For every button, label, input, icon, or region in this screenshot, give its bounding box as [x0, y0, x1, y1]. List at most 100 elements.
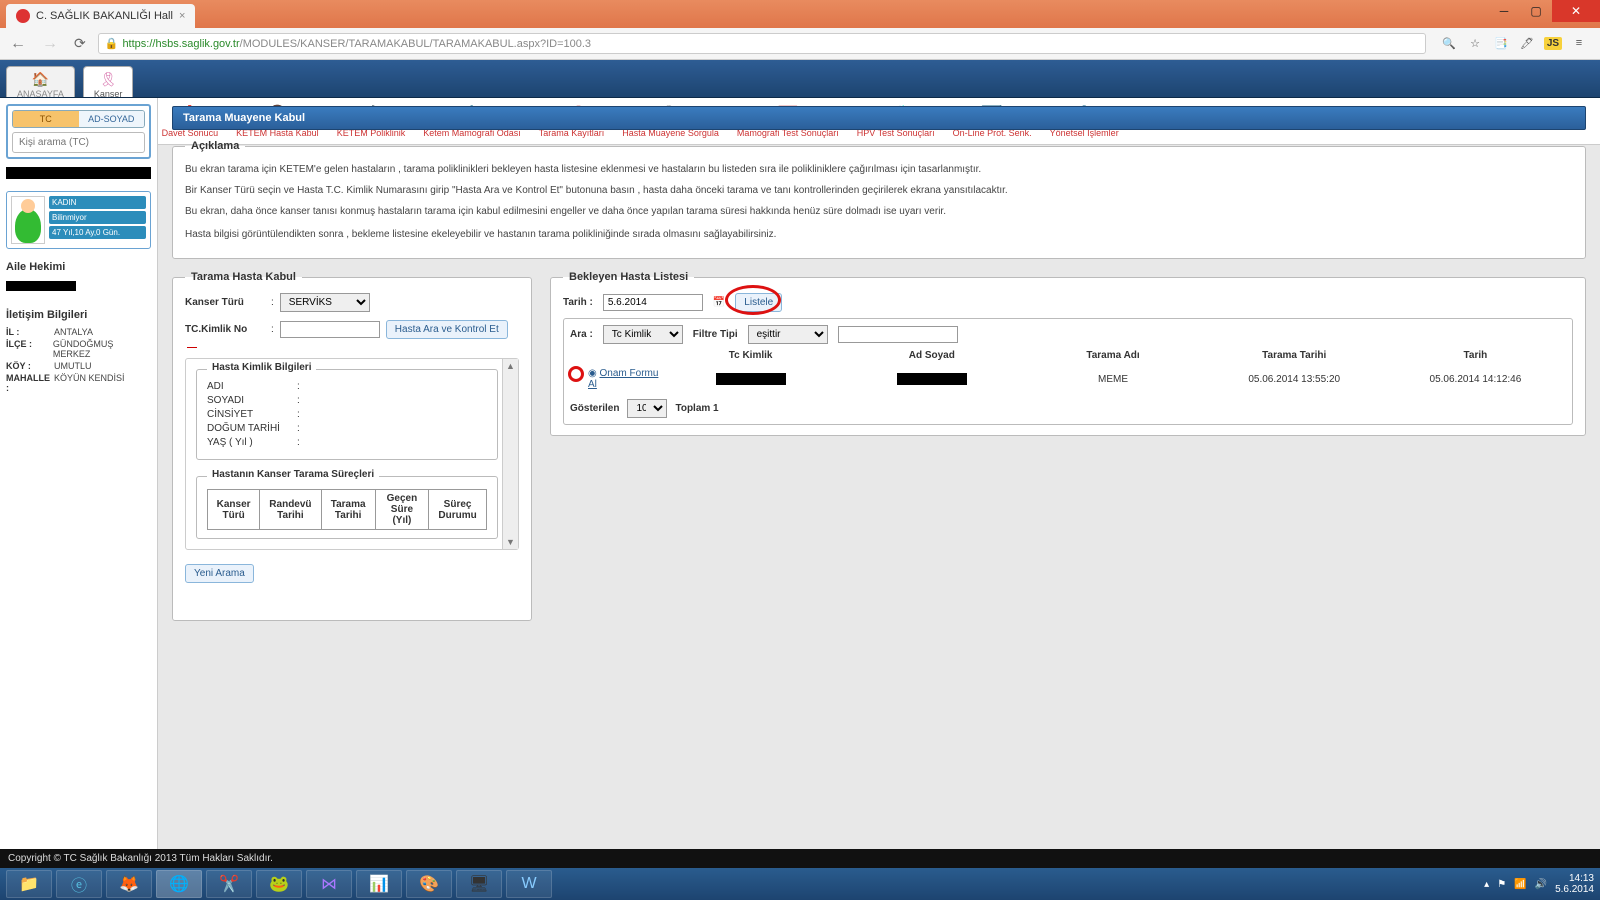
select-filtre-tipi[interactable]: eşittir — [748, 325, 828, 344]
col-header — [570, 350, 660, 361]
scrollbar[interactable]: ▲▼ — [502, 359, 518, 549]
button-yeni-arama[interactable]: Yeni Arama — [185, 564, 254, 583]
patient-card: KADIN Bilinmiyor 47 Yıl,10 Ay,0 Gün. — [6, 191, 151, 249]
tab-tc[interactable]: TC — [13, 111, 79, 127]
redacted-adsoyad — [897, 373, 967, 385]
label-gosterilen: Gösterilen — [570, 403, 619, 414]
taskbar-chrome-icon[interactable]: 🌐 — [156, 870, 202, 898]
lock-icon: 🔒 — [105, 37, 119, 50]
url-path: /MODULES/KANSER/TARAMAKABUL/TARAMAKABUL.… — [240, 38, 591, 50]
select-ara-field[interactable]: Tc Kimlik — [603, 325, 683, 344]
kv-key: DOĞUM TARİHİ — [207, 423, 297, 434]
taskbar-app-icon[interactable]: 🐸 — [256, 870, 302, 898]
taskbar-firefox-icon[interactable]: 🦊 — [106, 870, 152, 898]
browser-tab[interactable]: C. SAĞLIK BAKANLIĞI Hall × — [6, 4, 195, 28]
select-page-size[interactable]: 10 — [627, 399, 667, 418]
tray-chevron-icon[interactable]: ▴ — [1484, 879, 1489, 890]
taskbar-app-icon[interactable]: 🖥 — [456, 870, 502, 898]
browser-titlebar: C. SAĞLIK BAKANLIĞI Hall × ─ ▢ ✕ — [0, 0, 1600, 28]
aciklama-p3: Bu ekran, daha önce kanser tanısı konmuş… — [185, 204, 1573, 219]
address-bar: ← → ⟳ 🔒 https://hsbs.saglik.gov.tr/MODUL… — [0, 28, 1600, 60]
search-icon[interactable]: 🔍 — [1440, 37, 1458, 50]
tray-time: 14:13 — [1555, 873, 1594, 884]
tray-network-icon[interactable]: 📶 — [1514, 879, 1526, 890]
col-header: Tarih — [1385, 350, 1566, 361]
col-header: Tc Kimlik — [660, 350, 841, 361]
legend-tarama-kabul: Tarama Hasta Kabul — [185, 271, 302, 283]
label-aile-hekimi: Aile Hekimi — [6, 261, 151, 273]
forward-button[interactable]: → — [38, 35, 62, 53]
sidebar: TC AD-SOYAD KADIN Bilinmiyor 47 Yıl,10 A… — [0, 98, 158, 868]
taskbar-explorer-icon[interactable]: 📁 — [6, 870, 52, 898]
taskbar-app-icon[interactable]: 📊 — [356, 870, 402, 898]
col-header: Geçen Süre (Yıl) — [375, 490, 428, 530]
maximize-button[interactable]: ▢ — [1520, 0, 1552, 22]
label-kanser-turu: Kanser Türü — [185, 297, 265, 308]
tray-clock[interactable]: 14:13 5.6.2014 — [1555, 873, 1594, 895]
ribbon-icon: 🎗 — [99, 71, 117, 88]
label-tarih: Tarih : — [563, 297, 593, 308]
page-title: Tarama Muayene Kabul — [172, 106, 1586, 130]
info-value: UMUTLU — [54, 361, 92, 371]
fieldset-aciklama: Açıklama Bu ekran tarama için KETEM'e ge… — [172, 140, 1586, 259]
favicon-icon — [16, 9, 30, 23]
main-content: Tarama Muayene Kabul Açıklama Bu ekran t… — [158, 98, 1600, 868]
waiting-list-grid: Ara : Tc Kimlik Filtre Tipi eşittir Tc K… — [563, 318, 1573, 425]
info-value: KÖYÜN KENDİSİ — [54, 373, 125, 393]
select-kanser-turu[interactable]: SERVİKS — [280, 293, 370, 312]
legend-aciklama: Açıklama — [185, 140, 245, 152]
col-header: Randevü Tarihi — [260, 490, 321, 530]
kv-key: SOYADI — [207, 395, 297, 406]
tab-adsoyad[interactable]: AD-SOYAD — [79, 111, 145, 127]
cell-tarih: 05.06.2014 14:12:46 — [1385, 374, 1566, 385]
tray-flag-icon[interactable]: ⚑ — [1497, 879, 1506, 890]
taskbar-paint-icon[interactable]: 🎨 — [406, 870, 452, 898]
input-tc-kimlik[interactable] — [280, 321, 380, 338]
taskbar-word-icon[interactable]: W — [506, 870, 552, 898]
col-header: Kanser Türü — [208, 490, 260, 530]
row-select-icon[interactable]: ◉ — [588, 368, 597, 379]
aciklama-p4: Hasta bilgisi görüntülendikten sonra , b… — [185, 227, 1573, 242]
url-input[interactable]: 🔒 https://hsbs.saglik.gov.tr/MODULES/KAN… — [98, 33, 1426, 54]
minimize-button[interactable]: ─ — [1488, 0, 1520, 22]
tab-close-icon[interactable]: × — [179, 10, 185, 22]
menu-icon[interactable]: ≡ — [1570, 37, 1588, 50]
ext-icon-2[interactable]: 🖊 — [1518, 37, 1536, 50]
input-tarih[interactable] — [603, 294, 703, 311]
link-onam-formu[interactable]: Onam Formu Al — [588, 368, 658, 390]
taskbar-app-icon[interactable]: ✂️ — [206, 870, 252, 898]
kv-key: ADI — [207, 381, 297, 392]
ext-js-icon[interactable]: JS — [1544, 37, 1562, 50]
tray-volume-icon[interactable]: 🔊 — [1535, 879, 1547, 890]
taskbar-ie-icon[interactable]: ⓔ — [56, 870, 102, 898]
fieldset-bekleyen-liste: Bekleyen Hasta Listesi Tarih : 📅 Listele… — [550, 271, 1586, 436]
aciklama-p1: Bu ekran tarama için KETEM'e gelen hasta… — [185, 162, 1573, 177]
info-key: İLÇE : — [6, 339, 53, 359]
topnav-anasayfa[interactable]: 🏠 ANASAYFA — [6, 66, 75, 97]
redacted-bar — [6, 167, 151, 179]
button-hasta-ara[interactable]: Hasta Ara ve Kontrol Et — [386, 320, 508, 339]
reload-button[interactable]: ⟳ — [70, 35, 90, 52]
topnav-kanser[interactable]: 🎗 Kanser — [83, 66, 134, 97]
cell-tarama-tarihi: 05.06.2014 13:55:20 — [1204, 374, 1385, 385]
col-header: Tarama Tarihi — [321, 490, 375, 530]
calendar-icon[interactable]: 📅 — [713, 297, 725, 308]
redacted-tc — [716, 373, 786, 385]
home-icon: 🏠 — [32, 71, 49, 88]
table-row: ◉ Onam Formu Al MEME 05.06.2014 13:55:20… — [570, 365, 1566, 393]
input-filtre-value[interactable] — [838, 326, 958, 343]
back-button[interactable]: ← — [6, 35, 30, 53]
info-key: İL : — [6, 327, 54, 337]
bookmark-icon[interactable]: ☆ — [1466, 37, 1484, 50]
taskbar-vs-icon[interactable]: ⋈ — [306, 870, 352, 898]
url-host: hsbs.saglik.gov.tr — [155, 38, 239, 50]
sidebar-search-input[interactable] — [12, 132, 145, 153]
kv-key: CİNSİYET — [207, 409, 297, 420]
tab-title: C. SAĞLIK BAKANLIĞI Hall — [36, 10, 173, 22]
close-window-button[interactable]: ✕ — [1552, 0, 1600, 22]
button-listele[interactable]: Listele — [735, 293, 782, 312]
fieldset-tarama-kabul: Tarama Hasta Kabul Kanser Türü: SERVİKS … — [172, 271, 532, 621]
info-value: ANTALYA — [54, 327, 93, 337]
avatar — [11, 196, 45, 244]
ext-icon-1[interactable]: 📑 — [1492, 37, 1510, 50]
